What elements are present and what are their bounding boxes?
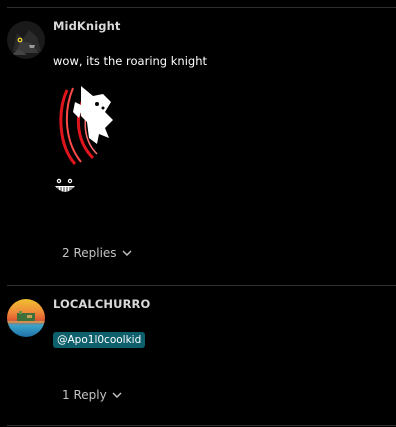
chevron-down-icon — [112, 392, 122, 398]
comment-divider — [7, 7, 396, 8]
grinning-face-emoji-icon — [53, 176, 77, 196]
comment-text: wow, its the roaring knight — [53, 54, 208, 68]
view-replies-button[interactable]: 1 Reply — [62, 388, 122, 402]
comment-divider — [7, 285, 396, 286]
avatar[interactable] — [7, 21, 45, 59]
avatar-image — [7, 299, 45, 337]
replies-count-label: 1 Reply — [62, 388, 107, 402]
comment-author[interactable]: LOCALCHURRO — [53, 297, 150, 311]
view-replies-button[interactable]: 2 Replies — [62, 246, 132, 260]
replies-count-label: 2 Replies — [62, 246, 117, 260]
chevron-down-icon — [122, 250, 132, 256]
roaring-knight-sprite[interactable] — [53, 82, 123, 172]
comment-divider — [7, 425, 396, 426]
roaring-knight-image — [59, 86, 113, 165]
comment-author[interactable]: MidKnight — [53, 19, 120, 33]
user-mention-link[interactable]: @Apo1l0coolkid — [53, 332, 146, 348]
avatar[interactable] — [7, 299, 45, 337]
avatar-image — [7, 21, 45, 59]
